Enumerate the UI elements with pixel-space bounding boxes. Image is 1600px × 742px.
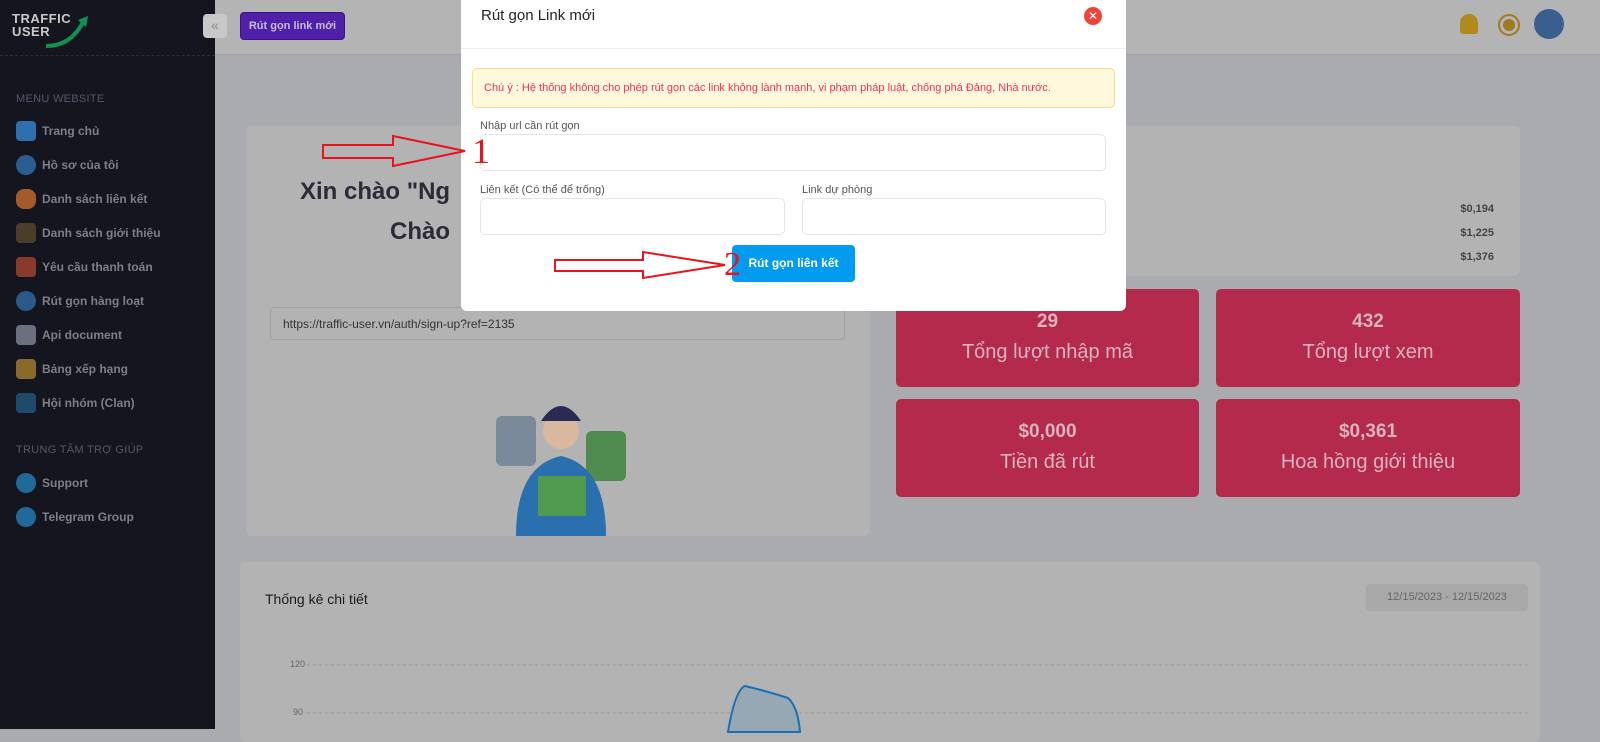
arrow-annotation [554,250,726,280]
arrow-annotation [322,134,466,168]
step-2-label: 2 [724,246,741,283]
step-1-label: 1 [472,131,490,171]
annotation-layer [322,134,726,280]
